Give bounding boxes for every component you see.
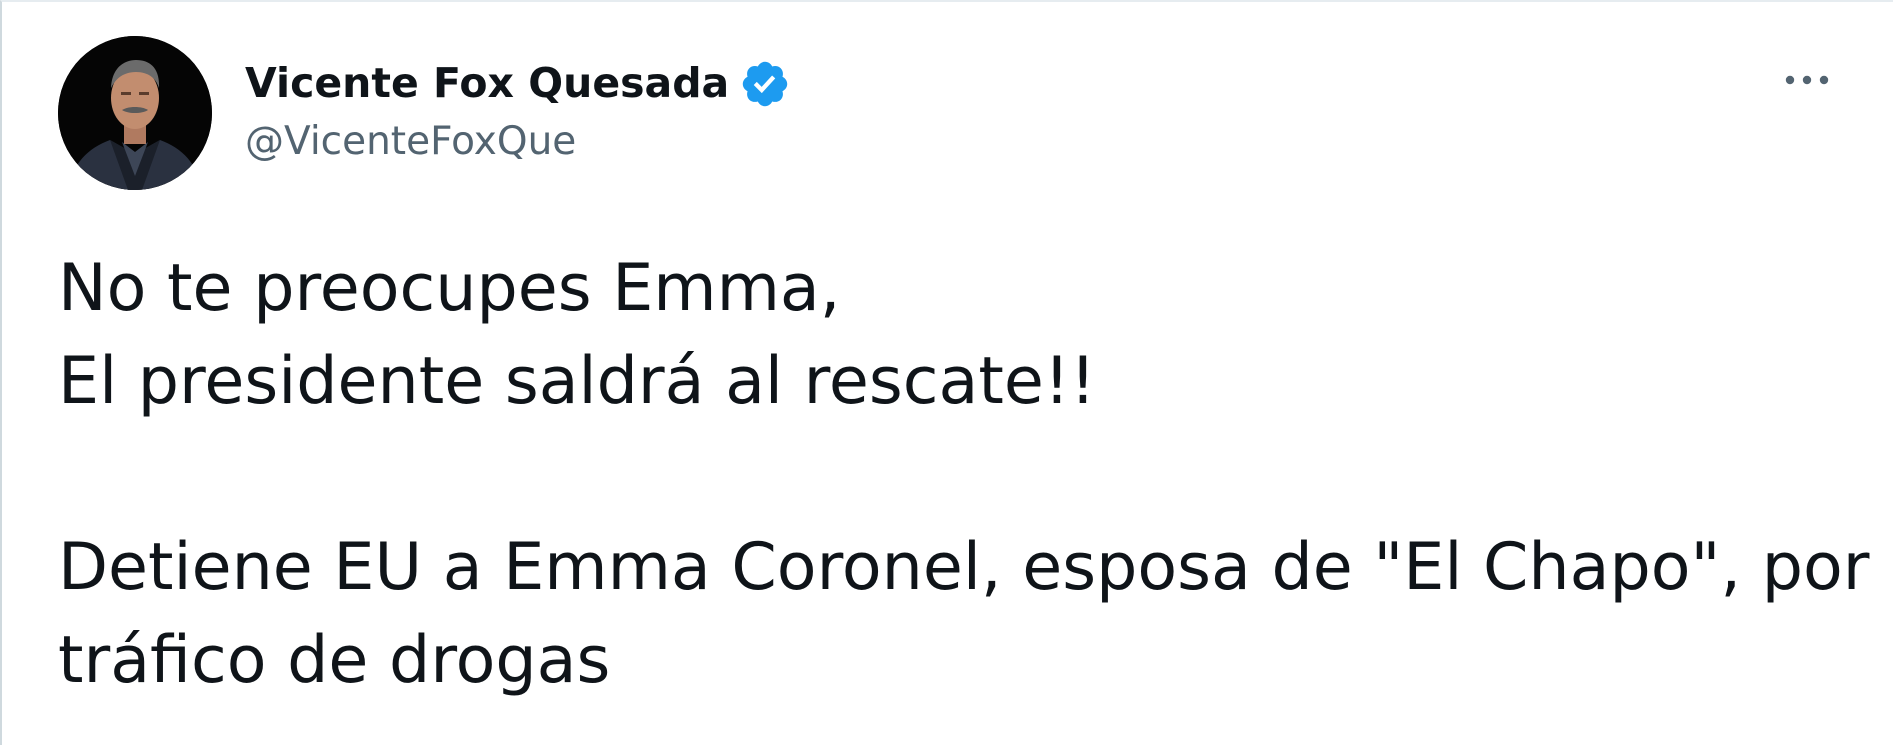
author-handle[interactable]: @VicenteFoxQue bbox=[245, 114, 576, 170]
tweet-text: No te preocupes Emma, El presidente sald… bbox=[58, 242, 1870, 707]
author-display-name[interactable]: Vicente Fox Quesada bbox=[245, 54, 729, 112]
tweet-text-line: No te preocupes Emma, bbox=[58, 251, 841, 326]
verified-badge-icon bbox=[743, 61, 788, 107]
author-avatar[interactable] bbox=[58, 36, 212, 190]
tweet-card: Vicente Fox Quesada @VicenteFoxQue No te… bbox=[0, 0, 1893, 745]
tweet-text-line: tráfico de drogas bbox=[58, 623, 611, 698]
tweet-text-blank-line bbox=[58, 428, 1848, 521]
tweet-text-line: Detiene EU a Emma Coronel, esposa de "El… bbox=[58, 530, 1870, 605]
tweet-text-line: El presidente saldrá al rescate!! bbox=[58, 344, 1096, 419]
avatar-photo-icon bbox=[58, 36, 212, 190]
author-name-row[interactable]: Vicente Fox Quesada bbox=[245, 54, 791, 112]
more-options-button[interactable] bbox=[1772, 52, 1842, 108]
more-horizontal-icon bbox=[1785, 75, 1829, 85]
